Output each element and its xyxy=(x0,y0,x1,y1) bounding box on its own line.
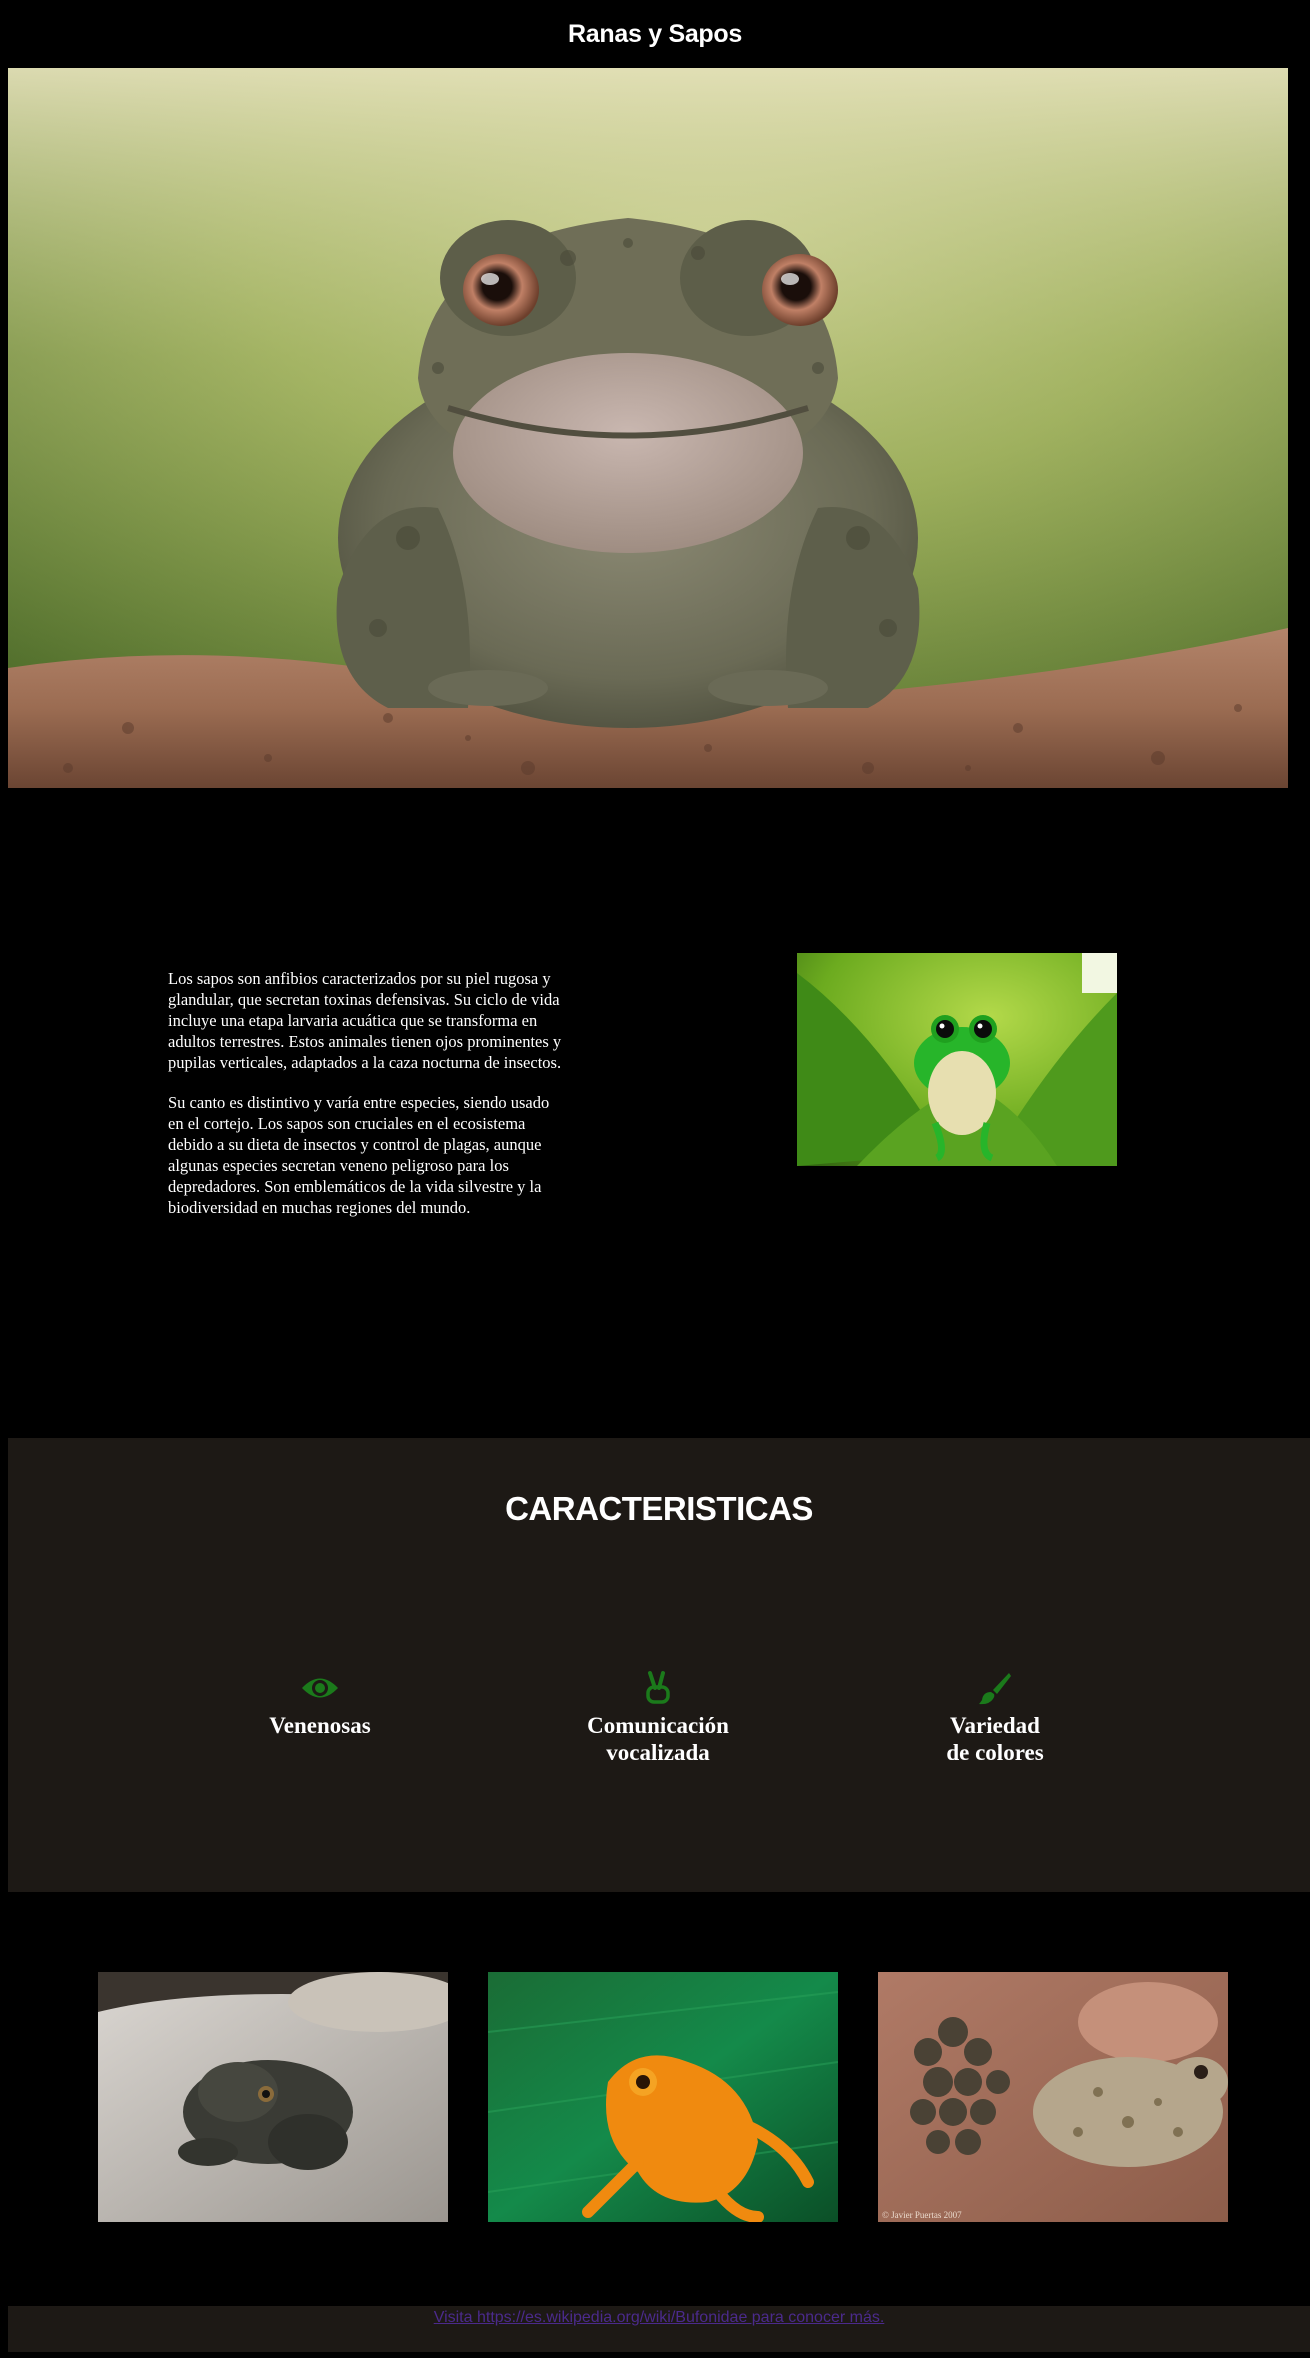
wikipedia-link[interactable]: Visita https://es.wikipedia.org/wiki/Buf… xyxy=(434,2309,885,2327)
paintbrush-icon xyxy=(865,1670,1125,1706)
gallery-image-midwife-toad: © Javier Puertas 2007 xyxy=(878,1972,1228,2222)
intro-text: Los sapos son anfibios caracterizados po… xyxy=(168,968,568,1237)
feature-label: Comunicación vocalizada xyxy=(587,1713,729,1765)
eye-icon xyxy=(190,1670,450,1706)
feature-label: Venenosas xyxy=(269,1713,371,1738)
intro-paragraph: Su canto es distintivo y varía entre esp… xyxy=(168,1093,550,1217)
green-frog-image xyxy=(797,953,1117,1166)
intro-paragraph: Los sapos son anfibios caracterizados po… xyxy=(168,969,562,1072)
gallery-image-orange-toad xyxy=(488,1972,838,2222)
features-title: CARACTERISTICAS xyxy=(505,1490,813,1527)
gallery-image-brown-toad xyxy=(98,1972,448,2222)
peace-hand-icon xyxy=(528,1670,788,1706)
features-section: CARACTERISTICAS Venenosas Comunicación v… xyxy=(8,1438,1310,1892)
hero-image-toad xyxy=(8,68,1288,788)
feature-venenosas: Venenosas xyxy=(190,1670,450,1739)
photo-credit: © Javier Puertas 2007 xyxy=(882,2210,962,2220)
feature-variedad: Variedad de colores xyxy=(865,1670,1125,1766)
feature-comunicacion: Comunicación vocalizada xyxy=(528,1670,788,1766)
page-title: Ranas y Sapos xyxy=(568,19,742,48)
page-header: Ranas y Sapos xyxy=(0,0,1310,68)
feature-label: Variedad de colores xyxy=(946,1713,1044,1765)
footer: Visita https://es.wikipedia.org/wiki/Buf… xyxy=(8,2306,1310,2352)
